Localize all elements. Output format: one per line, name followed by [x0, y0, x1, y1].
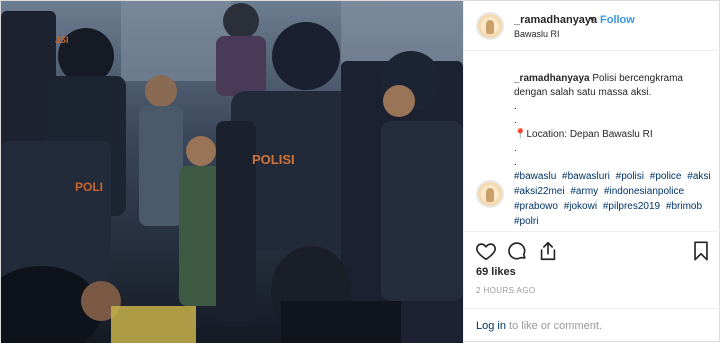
hashtag-list: #bawaslu #bawasluri #polisi #police #aks… — [514, 169, 719, 229]
heart-icon[interactable] — [475, 240, 497, 262]
post-photo[interactable]: POLI JSI POLISI — [1, 1, 463, 343]
comment-icon[interactable] — [506, 240, 528, 262]
hashtag-link[interactable]: #aksi22mei — [514, 186, 565, 197]
hashtag-link[interactable]: #bawaslu — [514, 171, 556, 182]
hashtag-link[interactable]: #police — [650, 171, 682, 182]
vest-label: POLISI — [252, 152, 295, 167]
post-side-panel: _ramadhanyaya • Follow Bawaslu RI _ramad… — [463, 1, 720, 343]
login-rest: to like or comment. — [505, 320, 602, 332]
instagram-post: POLI JSI POLISI _ramadhanyaya • Follow B… — [0, 0, 720, 343]
hashtag-link[interactable]: #army — [570, 186, 598, 197]
hashtag-link[interactable]: #prabowo — [514, 201, 558, 212]
hashtag-link[interactable]: #polisi — [616, 171, 644, 182]
username-link[interactable]: _ramadhanyaya — [514, 14, 597, 26]
share-icon[interactable] — [537, 240, 559, 262]
comments-area[interactable]: _ramadhanyaya Polisi bercengkrama dengan… — [464, 52, 720, 227]
location-pin-icon: 📍 — [514, 129, 527, 140]
caption: _ramadhanyaya Polisi bercengkrama dengan… — [514, 72, 714, 170]
avatar-figure — [486, 20, 494, 34]
login-text: Log in to like or comment. — [476, 320, 602, 332]
photo-scene: POLI JSI POLISI — [1, 1, 463, 343]
hashtag-link[interactable]: #bawasluri — [562, 171, 610, 182]
shield-label-left: POLI — [75, 180, 103, 194]
hashtag-link[interactable]: #aksi — [687, 171, 710, 182]
post-header: _ramadhanyaya • Follow Bawaslu RI — [464, 1, 720, 51]
login-prompt: Log in to like or comment. — [464, 308, 720, 343]
bookmark-icon[interactable] — [690, 240, 712, 262]
location-link[interactable]: Bawaslu RI — [514, 29, 560, 39]
hashtag-link[interactable]: #jokowi — [564, 201, 597, 212]
follow-button[interactable]: Follow — [600, 14, 635, 26]
action-bar — [464, 231, 720, 265]
comment-avatar[interactable] — [476, 180, 504, 208]
helmet-label: JSI — [55, 35, 69, 45]
separator-dot: • — [590, 13, 594, 25]
hashtag-link[interactable]: #polri — [514, 216, 538, 227]
post-timestamp: 2 HOURS AGO — [476, 286, 536, 295]
caption-location: Location: Depan Bawaslu RI — [526, 129, 653, 140]
avatar[interactable] — [476, 12, 504, 40]
caption-dots: . . — [514, 143, 517, 168]
hashtag-link[interactable]: #indonesianpolice — [604, 186, 684, 197]
login-link[interactable]: Log in — [476, 320, 506, 332]
hashtag-link[interactable]: #brimob — [666, 201, 702, 212]
caption-username[interactable]: _ramadhanyaya — [514, 73, 590, 84]
avatar-figure — [486, 188, 494, 202]
hashtag-link[interactable]: #pilpres2019 — [603, 201, 660, 212]
likes-count[interactable]: 69 likes — [476, 266, 516, 278]
